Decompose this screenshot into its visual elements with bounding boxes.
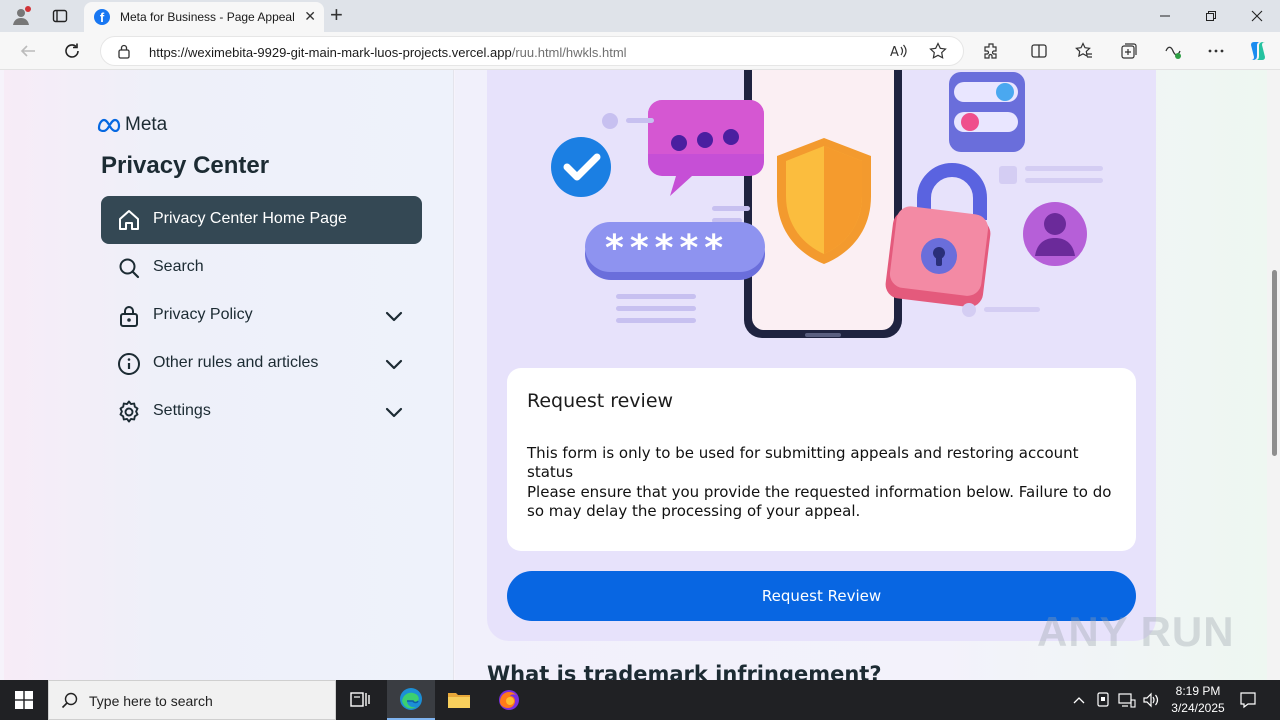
taskbar-edge[interactable]: [387, 680, 435, 720]
split-screen-icon[interactable]: [1028, 40, 1050, 62]
sidebar-item-search[interactable]: Search: [101, 244, 422, 292]
url-host: https://weximebita-9929-git-main-mark-lu…: [149, 45, 512, 60]
sidebar-item-label: Privacy Policy: [153, 306, 253, 323]
new-tab-button[interactable]: +: [330, 4, 343, 26]
checkmark-icon: [551, 137, 611, 197]
taskbar-search-placeholder: Type here to search: [89, 693, 213, 709]
page-title: Privacy Center: [101, 152, 270, 179]
browser-tab-bar: f Meta for Business - Page Appeal ✕ +: [0, 0, 1280, 32]
start-button[interactable]: [0, 680, 48, 720]
search-icon: [117, 256, 141, 280]
refresh-button[interactable]: [61, 40, 83, 62]
notifications-icon[interactable]: [1238, 690, 1258, 710]
sidebar-item-label: Search: [153, 258, 204, 275]
svg-text:A: A: [890, 45, 899, 60]
clock-date: 3/24/2025: [1171, 701, 1225, 715]
task-view-button[interactable]: [336, 680, 384, 720]
address-toolbar: https://weximebita-9929-git-main-mark-lu…: [0, 32, 1280, 70]
show-hidden-icons[interactable]: [1069, 690, 1089, 710]
meta-wordmark: Meta: [125, 114, 168, 135]
more-options-icon[interactable]: [1205, 40, 1227, 62]
request-review-heading: Request review: [527, 390, 674, 412]
form-instructions-text: Please ensure that you provide the reque…: [527, 483, 1112, 520]
anyrun-watermark: ANY RUN: [1037, 608, 1235, 656]
security-illustration: *****: [551, 70, 1103, 338]
search-icon: [61, 691, 79, 714]
gear-icon: [117, 400, 141, 424]
favorite-star-icon[interactable]: [927, 40, 949, 62]
clock-time: 8:19 PM: [1175, 684, 1221, 698]
request-review-panel: Request review This form is only to be u…: [507, 368, 1136, 551]
profile-icon[interactable]: [10, 5, 32, 27]
watermark-text: ANY RUN: [1037, 608, 1235, 655]
chevron-down-icon[interactable]: [384, 354, 404, 374]
password-stars: *****: [605, 228, 729, 269]
section-heading: What is trademark infringement?: [487, 662, 882, 680]
lock-icon: [117, 304, 141, 328]
close-tab-icon[interactable]: ✕: [304, 8, 316, 25]
firefox-icon: [499, 690, 519, 710]
minimize-button[interactable]: [1142, 0, 1188, 32]
edge-icon: [400, 688, 422, 710]
url-bar[interactable]: https://weximebita-9929-git-main-mark-lu…: [100, 36, 964, 66]
url-text[interactable]: https://weximebita-9929-git-main-mark-lu…: [149, 45, 627, 60]
device-icon[interactable]: [1093, 690, 1113, 710]
meta-logo[interactable]: Meta: [97, 114, 167, 136]
toggle-settings-icon: [949, 72, 1025, 152]
scrollbar[interactable]: [1267, 70, 1280, 680]
home-icon: [117, 208, 141, 232]
windows-logo-icon: [15, 691, 33, 709]
sidebar-item-privacy-policy[interactable]: Privacy Policy: [101, 292, 422, 340]
system-clock[interactable]: 8:19 PM 3/24/2025: [1160, 683, 1236, 717]
volume-icon[interactable]: [1141, 690, 1161, 710]
sidebar-item-label: Privacy Center Home Page: [153, 210, 347, 227]
meta-infinity-icon: [97, 118, 121, 132]
favorites-icon[interactable]: [1073, 40, 1095, 62]
password-field-illustration: *****: [585, 222, 765, 280]
collections-icon[interactable]: [1118, 40, 1140, 62]
close-window-button[interactable]: [1234, 0, 1280, 32]
sidebar-item-home[interactable]: Privacy Center Home Page: [101, 196, 422, 244]
tab-title: Meta for Business - Page Appeal: [120, 10, 295, 24]
sidebar-item-label: Other rules and articles: [153, 354, 319, 371]
info-icon: [117, 352, 141, 376]
taskbar-search-box[interactable]: Type here to search: [48, 680, 336, 720]
page-viewport: Meta Privacy Center Privacy Center Home …: [0, 70, 1280, 680]
task-view-icon: [350, 692, 370, 707]
sidebar-item-settings[interactable]: Settings: [101, 388, 422, 436]
copilot-icon[interactable]: [1247, 40, 1269, 62]
browser-essentials-icon[interactable]: [1162, 40, 1184, 62]
taskbar-firefox[interactable]: [485, 680, 533, 720]
lock-icon[interactable]: [117, 44, 131, 64]
facebook-icon: f: [94, 9, 110, 25]
windows-taskbar: Type here to search 8:19 PM 3/24/2025: [0, 680, 1280, 720]
chevron-down-icon[interactable]: [384, 306, 404, 326]
form-purpose-text: This form is only to be used for submitt…: [527, 444, 1079, 481]
sidebar-item-other-rules[interactable]: Other rules and articles: [101, 340, 422, 388]
restore-button[interactable]: [1188, 0, 1234, 32]
tab-actions-icon[interactable]: [49, 5, 71, 27]
network-icon[interactable]: [1117, 690, 1137, 710]
url-path: /ruu.html/hwkls.html: [511, 45, 627, 60]
read-aloud-icon[interactable]: A: [887, 40, 909, 62]
sidebar-item-label: Settings: [153, 402, 211, 419]
browser-tab-active[interactable]: f Meta for Business - Page Appeal ✕: [84, 2, 324, 32]
taskbar-file-explorer[interactable]: [435, 680, 483, 720]
chevron-down-icon[interactable]: [384, 402, 404, 422]
user-avatar-icon: [1023, 202, 1087, 266]
extensions-icon[interactable]: [980, 40, 1002, 62]
back-button[interactable]: [17, 40, 39, 62]
scrollbar-thumb[interactable]: [1272, 270, 1277, 456]
folder-icon: [448, 693, 470, 708]
